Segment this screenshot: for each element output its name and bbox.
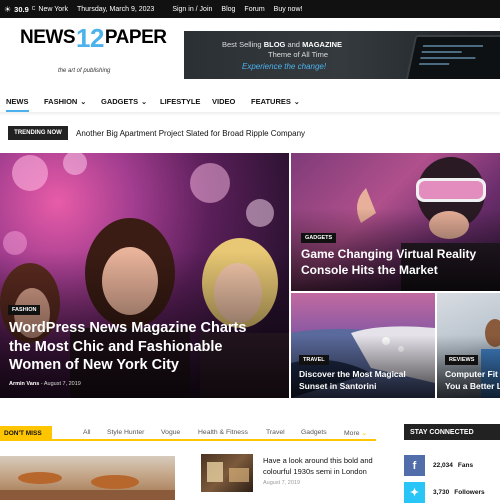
weather-widget: ☀ 30.9 C New York xyxy=(0,5,77,14)
main-navigation: NEWS FASHION ⌄ GADGETS ⌄ LIFESTYLE VIDEO F… xyxy=(0,92,500,112)
article-date: - August 7, 2019 xyxy=(40,381,81,387)
banner-device-image xyxy=(404,35,500,79)
category-tag[interactable]: REVIEWS xyxy=(445,355,479,365)
banner-line-2: Theme of All Time xyxy=(268,50,329,59)
featured-santorini-title[interactable]: Discover the Most Magical Sunset in Sant… xyxy=(299,369,406,392)
signin-link[interactable]: Sign in / Join xyxy=(172,6,212,13)
featured-article-computer[interactable]: REVIEWS Computer Fit You a Better L xyxy=(437,293,500,398)
top-bar: ☀ 30.9 C New York Thursday, March 9, 202… xyxy=(0,0,500,18)
temperature: 30.9 xyxy=(14,4,29,14)
nav-divider xyxy=(0,112,500,116)
weather-city: New York xyxy=(38,5,68,13)
logo-number: 12 xyxy=(76,22,104,53)
nav-news[interactable]: NEWS xyxy=(6,97,29,106)
dont-miss-label: DON'T MISS xyxy=(0,426,52,440)
stay-connected-divider xyxy=(404,439,500,440)
sun-icon: ☀ xyxy=(4,4,12,14)
twitter-count: 3,730 xyxy=(433,489,450,496)
nav-fashion[interactable]: FASHION ⌄ xyxy=(44,97,86,106)
site-tagline: the art of publishing xyxy=(58,68,111,74)
dont-miss-divider xyxy=(0,439,376,441)
banner-line-1: Best Selling BLOG and MAGAZINE xyxy=(222,40,343,49)
category-tag[interactable]: GADGETS xyxy=(301,233,337,243)
trending-label: TRENDING NOW xyxy=(8,126,68,140)
blog-link[interactable]: Blog xyxy=(221,6,235,13)
facebook-counter[interactable]: f 22,034 Fans xyxy=(404,455,473,476)
header-ad-banner[interactable]: Best Selling BLOG and MAGAZINE Theme of … xyxy=(184,31,500,79)
facebook-label: Fans xyxy=(457,462,474,469)
featured-vr-title[interactable]: Game Changing Virtual Reality Console Hi… xyxy=(301,246,476,278)
featured-computer-title[interactable]: Computer Fit You a Better L xyxy=(445,369,500,392)
banner-line-3: Experience the change! xyxy=(242,62,327,71)
featured-article-santorini[interactable]: TRAVEL Discover the Most Magical Sunset … xyxy=(291,293,435,398)
nav-lifestyle[interactable]: LIFESTYLE xyxy=(160,97,200,106)
tab-vogue[interactable]: Vogue xyxy=(161,429,180,436)
dont-miss-main-image[interactable] xyxy=(0,456,175,500)
chevron-down-icon: ⌄ xyxy=(141,98,147,106)
site-logo[interactable]: NEWS 12 PAPER xyxy=(20,22,167,53)
current-date: Thursday, March 9, 2023 xyxy=(77,5,155,13)
tab-health-fitness[interactable]: Health & Fitness xyxy=(198,429,248,436)
category-tag[interactable]: TRAVEL xyxy=(299,355,329,365)
room-photo xyxy=(207,462,249,482)
nav-gadgets[interactable]: GADGETS ⌄ xyxy=(101,97,147,106)
tab-style-hunter[interactable]: Style Hunter xyxy=(107,429,144,436)
tab-all[interactable]: All xyxy=(83,429,91,436)
stay-connected-label: STAY CONNECTED xyxy=(404,424,500,440)
featured-main-title[interactable]: WordPress News Magazine Charts the Most … xyxy=(9,319,246,375)
logo-word-news: NEWS xyxy=(20,27,76,48)
featured-article-vr[interactable]: GADGETS Game Changing Virtual Reality Co… xyxy=(291,153,500,291)
trending-bar: TRENDING NOW Another Big Apartment Proje… xyxy=(0,124,500,142)
chevron-down-icon: ⌄ xyxy=(80,98,87,106)
chevron-down-icon: ⌄ xyxy=(361,430,368,437)
article-thumbnail[interactable] xyxy=(201,454,253,492)
dont-miss-header: DON'T MISS All Style Hunter Vogue Health… xyxy=(0,426,376,441)
tab-more[interactable]: More ⌄ xyxy=(344,429,367,437)
tab-travel[interactable]: Travel xyxy=(266,429,285,436)
forum-link[interactable]: Forum xyxy=(244,6,264,13)
buy-now-link[interactable]: Buy now! xyxy=(274,6,303,13)
tab-gadgets[interactable]: Gadgets xyxy=(301,429,327,436)
trending-headline[interactable]: Another Big Apartment Project Slated for… xyxy=(76,129,305,138)
nav-video[interactable]: VIDEO xyxy=(212,97,235,106)
category-tag[interactable]: FASHION xyxy=(8,305,41,315)
chevron-down-icon: ⌄ xyxy=(293,98,300,106)
author-name[interactable]: Armin Vans xyxy=(9,381,39,387)
temperature-unit: C xyxy=(31,6,36,12)
article-date: August 7, 2019 xyxy=(263,480,301,486)
featured-main-article[interactable]: FASHION WordPress News Magazine Charts t… xyxy=(0,153,289,398)
article-meta: Armin Vans - August 7, 2019 xyxy=(9,381,81,387)
featured-grid: FASHION WordPress News Magazine Charts t… xyxy=(0,153,500,398)
logo-word-paper: PAPER xyxy=(104,27,167,48)
article-title[interactable]: Have a look around this bold and colourf… xyxy=(263,456,383,477)
facebook-count: 22,034 xyxy=(433,462,453,469)
twitter-label: Followers xyxy=(454,489,485,496)
nav-features[interactable]: FEATURES ⌄ xyxy=(251,97,300,106)
facebook-icon: f xyxy=(404,455,425,476)
interior-photo xyxy=(0,472,175,500)
